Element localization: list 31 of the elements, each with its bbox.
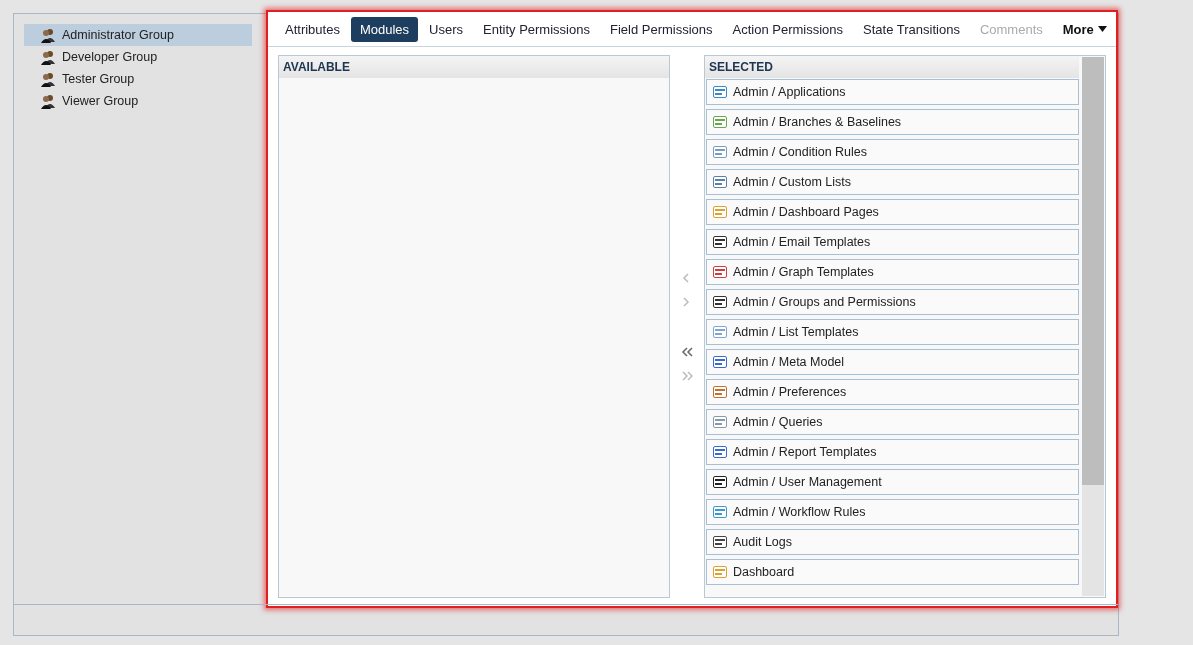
tab[interactable]: Action Permissions	[723, 16, 853, 42]
group-item[interactable]: Viewer Group	[24, 90, 252, 112]
group-item[interactable]: Developer Group	[24, 46, 252, 68]
module-item[interactable]: Admin / Condition Rules	[705, 139, 1079, 165]
module-item[interactable]: Dashboard	[705, 559, 1079, 585]
module-item[interactable]: Admin / Graph Templates	[705, 259, 1079, 285]
module-item[interactable]: Admin / Branches & Baselines	[705, 109, 1079, 135]
tab[interactable]: Attributes	[276, 16, 349, 42]
tab[interactable]: Modules	[350, 16, 419, 42]
group-item[interactable]: Administrator Group	[24, 24, 252, 46]
module-item[interactable]: Admin / User Management	[705, 469, 1079, 495]
module-item[interactable]: Admin / Groups and Permissions	[705, 289, 1079, 315]
module-item[interactable]: Admin / Meta Model	[705, 349, 1079, 375]
module-item[interactable]: Audit Logs	[705, 529, 1079, 555]
tab[interactable]: Entity Permissions	[474, 16, 599, 42]
module-item[interactable]: Admin / Preferences	[705, 379, 1079, 405]
list-header: AVAILABLE	[279, 56, 670, 78]
tab[interactable]: Users	[420, 16, 472, 42]
tab[interactable]: Field Permissions	[600, 16, 722, 42]
module-item[interactable]: Admin / Report Templates	[705, 439, 1079, 465]
module-item[interactable]: Admin / List Templates	[705, 319, 1079, 345]
more-menu[interactable]: More	[1053, 16, 1116, 42]
group-item[interactable]: Tester Group	[24, 68, 252, 90]
module-item[interactable]: Admin / Dashboard Pages	[705, 199, 1079, 225]
module-item[interactable]: Admin / Workflow Rules	[705, 499, 1079, 525]
module-item[interactable]: Admin / Email Templates	[705, 229, 1079, 255]
tab[interactable]: State Transitions	[854, 16, 969, 42]
module-item[interactable]: Admin / Custom Lists	[705, 169, 1079, 195]
module-item[interactable]: Admin / Queries	[705, 409, 1079, 435]
list-header: SELECTED	[704, 56, 1079, 78]
module-item[interactable]: Admin / Applications	[705, 79, 1079, 105]
